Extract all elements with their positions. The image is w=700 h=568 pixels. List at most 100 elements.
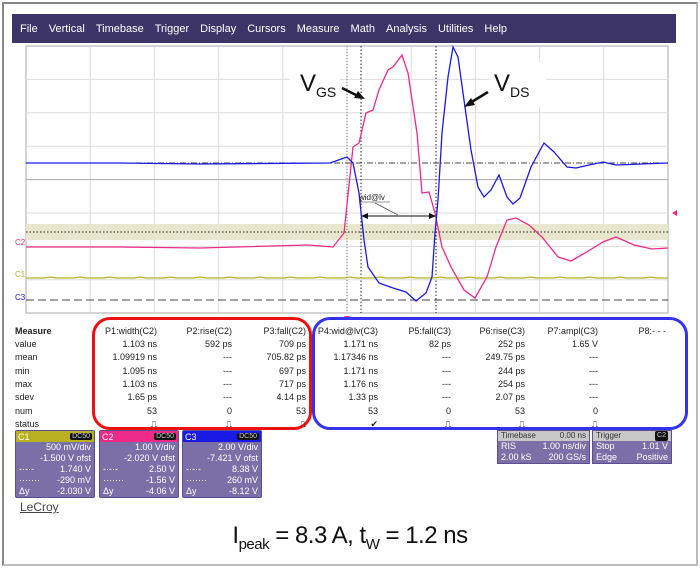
measure-cell: 1.65 V (571, 339, 598, 349)
measure-cell: 82 ps (428, 339, 451, 349)
measure-cell: 0 (592, 405, 598, 416)
formula-i-sub: peak (238, 535, 270, 553)
measure-header-p2[interactable]: P2:rise(C2) (152, 326, 232, 336)
measure-cell: ⎍ (444, 418, 451, 429)
channel-dashdot-label: -·-·- (186, 464, 201, 474)
timebase-rate: 200 GS/s (548, 452, 586, 462)
measure-cell: 1.33 ps (348, 392, 378, 403)
measure-title: Measure (15, 326, 52, 336)
measure-row-value: value 1.103 ns 592 ps 709 ps 1.171 ns 82 ps 25… (0, 339, 700, 352)
channel-panel-c3[interactable]: C3 DC50 2.00 V/div -7.421 V ofst -·-·- 8.38 V… (182, 430, 262, 498)
measure-cell: 249.75 ps (485, 352, 525, 363)
measure-header-p8[interactable]: P8:- - - (586, 326, 666, 336)
trigger-source: C2 (655, 431, 668, 441)
measure-cell: 254 ps (497, 378, 525, 389)
measure-cell: ⎍ (150, 418, 157, 429)
channel-vdiv-value: 500 mV/div (45, 442, 91, 452)
channel-dy-value: -4.06 V (145, 486, 175, 496)
channel-panel-c1[interactable]: C1 DC50 500 mV/div -1.500 V ofst -·-·- 1.740 … (15, 430, 95, 498)
channel-dy-label: Δy (103, 486, 114, 496)
channel-dotted-label: ······· (103, 475, 124, 485)
trigger-level-marker-icon[interactable] (672, 210, 677, 216)
channel-offset-line: -7.421 V ofst (183, 453, 261, 464)
channel-name: C1 (18, 431, 30, 442)
timebase-panel[interactable]: Timebase 0.00 ns RIS 1.00 ns/div 2.00 kS 20… (497, 430, 590, 464)
channel-dy-value: -8.12 V (228, 486, 258, 496)
channel-vdiv-line: 2.00 V/div (183, 442, 261, 453)
measure-header-p1[interactable]: P1:width(C2) (77, 326, 157, 336)
channel-header: C3 DC50 (183, 431, 261, 442)
channel-offset-value: -7.421 V ofst (206, 453, 258, 463)
measure-cell: 1.176 ns (343, 378, 378, 389)
measure-cell: 53 (295, 405, 306, 416)
channel-dashdot-value: 8.38 V (231, 464, 258, 474)
channel-dy-label: Δy (19, 486, 30, 496)
channel-offset-line: -2.020 V ofst (100, 453, 178, 464)
channel-dy-line: Δy -8.12 V (183, 486, 261, 497)
measure-header-p6[interactable]: P6:rise(C3) (445, 326, 525, 336)
measure-cell: 1.171 ns (343, 365, 378, 376)
measure-row-label: min (15, 365, 30, 376)
measure-cell: 592 ps (204, 339, 232, 349)
channel-dotted-line: ······· 260 mV (183, 475, 261, 486)
channel-name: C3 (185, 431, 197, 442)
timebase-tdiv: 1.00 ns/div (542, 441, 586, 451)
channel-dotted-line: ······· -1.56 V (100, 475, 178, 486)
measure-cell: --- (442, 378, 451, 389)
measure-header-row: Measure P1:width(C2) P2:rise(C2) P3:fall(C2… (0, 326, 700, 339)
measure-header-p4[interactable]: P4:wid@lv(C3) (298, 326, 378, 336)
channel-dashdot-line: -·-·- 2.50 V (100, 464, 178, 475)
trigger-type: Edge (596, 452, 618, 462)
vds-main: V (494, 70, 511, 97)
trigger-mode: Stop (596, 441, 615, 451)
channel-vdiv-line: 1.00 V/div (100, 442, 178, 453)
measure-cell: 244 ps (497, 365, 525, 376)
measure-row-label: max (15, 378, 33, 389)
vds-sub: DS (510, 83, 530, 100)
channel-vdiv-value: 2.00 V/div (217, 442, 258, 452)
timebase-samples: 2.00 kS (501, 452, 532, 462)
channel-dashdot-line: -·-·- 1.740 V (16, 464, 94, 475)
measure-cell: --- (589, 378, 598, 389)
formula-i-rest: = 8.3 A, t (269, 522, 366, 549)
measure-row-min: min 1.095 ns --- 697 ps 1.171 ns --- 244 ps --- (0, 366, 700, 379)
measure-cell: 252 ps (497, 339, 525, 349)
channel-header: C1 DC50 (16, 431, 94, 442)
measure-cell: 53 (146, 405, 157, 416)
measure-header-p5[interactable]: P5:fall(C3) (371, 326, 451, 336)
channel-dy-value: -2.030 V (56, 486, 91, 496)
measure-cell: 0 (445, 405, 451, 416)
channel-dashdot-label: -·-·- (103, 464, 118, 474)
measure-cell: 53 (367, 405, 378, 416)
measure-cell: 0 (226, 405, 232, 416)
measure-cell: ⎍ (518, 418, 525, 429)
channel-dashdot-line: -·-·- 8.38 V (183, 464, 261, 475)
measure-cell: ⎍ (299, 418, 306, 429)
lecroy-logo: LeCroy (20, 500, 59, 514)
channel-dy-label: Δy (186, 486, 197, 496)
trigger-title: Trigger (596, 431, 622, 440)
measure-cell: 2.07 ps (495, 392, 525, 403)
measure-row-label: num (15, 405, 33, 416)
measure-row-mean: mean 1.09919 ns --- 705.82 ps 1.17346 ns --- 2… (0, 352, 700, 365)
channel-panel-c2[interactable]: C2 DC50 1.00 V/div -2.020 V ofst -·-·- 2.50 V… (99, 430, 179, 498)
measure-cell: 1.09919 ns (112, 352, 157, 363)
peak-current-formula: Ipeak = 8.3 A, tW = 1.2 ns (0, 522, 700, 553)
measure-header-p3[interactable]: P3:fall(C2) (226, 326, 306, 336)
channel-offset-value: -1.500 V ofst (39, 453, 91, 463)
measure-cell: ⎍ (591, 418, 598, 429)
channel-header: C2 DC50 (100, 431, 178, 442)
measure-row-max: max 1.103 ns --- 717 ps 1.176 ns --- 254 ps --- (0, 379, 700, 392)
measure-cell: 717 ps (278, 378, 306, 389)
measure-cell: 705.82 ps (266, 352, 306, 363)
vgs-main: V (300, 70, 317, 97)
channel-vdiv-value: 1.00 V/div (134, 442, 175, 452)
measure-marker-label: wid@lv (358, 193, 385, 202)
measure-cell: --- (589, 352, 598, 363)
measure-cell: --- (442, 365, 451, 376)
measure-cell: --- (442, 392, 451, 403)
timebase-delay: 0.00 ns (559, 431, 586, 440)
measure-cell: ⎍ (225, 418, 232, 429)
trigger-panel[interactable]: Trigger C2 Stop 1.01 V Edge Positive (592, 430, 672, 464)
measure-row-label: value (15, 339, 37, 349)
